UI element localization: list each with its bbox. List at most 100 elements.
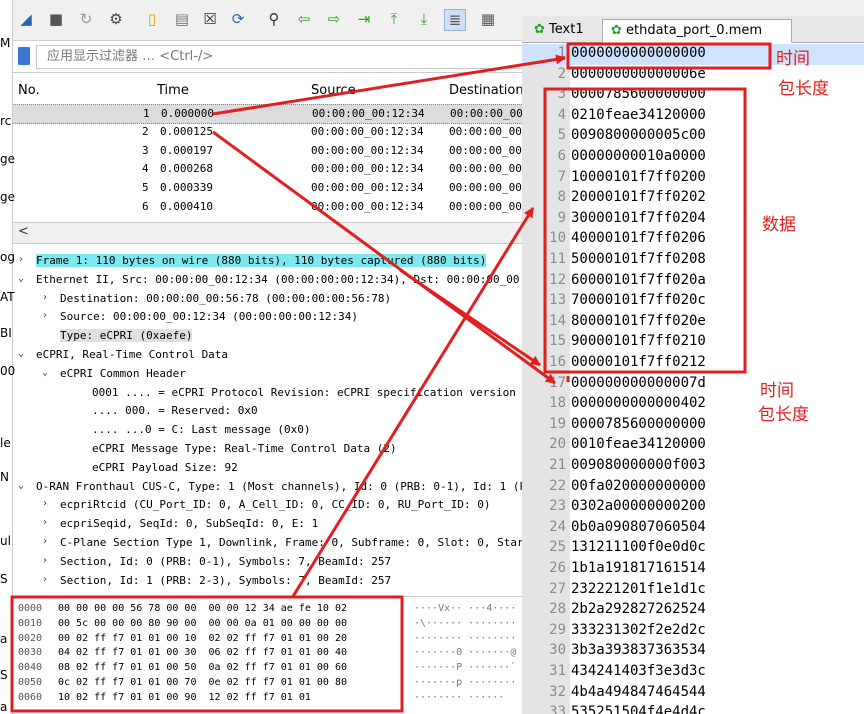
reload-file-icon[interactable]: ⟳ (228, 9, 248, 29)
detail-tree-item[interactable]: ⌄ eCPRI, Real-Time Control Data (12, 346, 522, 364)
edge-text-fragment: AT (0, 290, 15, 304)
detail-tree-item[interactable]: ⌄ O-RAN Fronthaul CUS-C, Type: 1 (Most ch… (12, 478, 522, 496)
editor-line[interactable]: 6 00000000010a0000 (522, 147, 864, 168)
editor-line[interactable]: 7 10000101f7ff0200 (522, 168, 864, 189)
editor-line[interactable]: 26 1b1a191817161514 (522, 559, 864, 580)
expand-down-icon[interactable]: ⌄ (18, 273, 24, 284)
detail-tree-item[interactable]: Type: eCPRI (0xaefe) (12, 327, 522, 345)
editor-line[interactable]: 23 0302a00000000200 (522, 497, 864, 518)
editor-line[interactable]: 4 0210feae34120000 (522, 106, 864, 127)
packet-list-hscrollbar[interactable]: < (12, 222, 522, 244)
byte-ascii: ········ ········ (414, 632, 517, 644)
stop-capture-icon[interactable]: ■ (46, 9, 66, 29)
editor-line[interactable]: 29 333231302f2e2d2c (522, 621, 864, 642)
packet-row[interactable]: 4 0.000268 00:00:00_00:12:34 00:00:00_00 (12, 160, 522, 178)
open-file-icon[interactable]: ▯ (142, 9, 162, 29)
editor-line[interactable]: 32 4b4a494847464544 (522, 683, 864, 704)
expand-right-icon[interactable]: › (42, 292, 48, 303)
editor-line[interactable]: 24 0b0a090807060504 (522, 518, 864, 539)
detail-tree-item[interactable]: .... 000. = Reserved: 0x0 (12, 402, 522, 420)
packet-row[interactable]: 5 0.000339 00:00:00_00:12:34 00:00:00_00 (12, 179, 522, 197)
bookmark-icon[interactable] (18, 47, 30, 65)
editor-line[interactable]: 30 3b3a393837363534 (522, 641, 864, 662)
packet-row[interactable]: 3 0.000197 00:00:00_00:12:34 00:00:00_00 (12, 142, 522, 160)
packet-row[interactable]: 6 0.000410 00:00:00_00:12:34 00:00:00_00 (12, 198, 522, 216)
detail-tree-item[interactable]: eCPRI Message Type: Real-Time Control Da… (12, 440, 522, 458)
column-header-source[interactable]: Source (311, 83, 356, 98)
detail-tree-item[interactable]: eCPRI Payload Size: 92 (12, 459, 522, 477)
editor-line[interactable]: 22 00fa020000000000 (522, 477, 864, 498)
expand-right-icon[interactable]: › (18, 254, 24, 265)
editor-line[interactable]: 5 0090800000005c00 (522, 126, 864, 147)
shark-fin-start-icon[interactable]: ◢ (16, 9, 36, 29)
editor-line[interactable]: 33 535251504f4e4d4c (522, 703, 864, 714)
expand-right-icon[interactable]: › (42, 498, 48, 509)
detail-tree-item[interactable]: › ecpriRtcid (CU_Port_ID: 0, A_Cell_ID: 0… (12, 496, 522, 514)
editor-line[interactable]: 11 50000101f7ff0208 (522, 250, 864, 271)
colorize-icon[interactable]: ▦ (478, 9, 498, 29)
editor-line[interactable]: 8 20000101f7ff0202 (522, 188, 864, 209)
packet-row[interactable]: 1 0.000000 00:00:00_00:12:34 00:00:00_00 (12, 104, 522, 124)
editor-line[interactable]: 31 434241403f3e3d3c (522, 662, 864, 683)
tab-ethdata-port-0[interactable]: ✿ ethdata_port_0.mem (602, 19, 792, 43)
hex-text-area[interactable]: 1 0000000000000000 2 000000000000006e 3 00007… (522, 44, 864, 714)
detail-tree-item[interactable]: › Frame 1: 110 bytes on wire (880 bits), … (12, 252, 522, 270)
packet-row[interactable]: 2 0.000125 00:00:00_00:12:34 00:00:00_00 (12, 123, 522, 141)
column-header-no[interactable]: No. (18, 83, 40, 98)
expand-right-icon[interactable]: › (42, 536, 48, 547)
autoscroll-icon[interactable]: ≣ (444, 9, 466, 31)
detail-tree-item[interactable]: 0001 .... = eCPRI Protocol Revision: eCP… (12, 384, 522, 402)
editor-line[interactable]: 10 40000101f7ff0206 (522, 229, 864, 250)
byte-offset: 0050 (18, 677, 43, 688)
detail-tree-item[interactable]: .... ...0 = C: Last message (0x0) (12, 421, 522, 439)
save-file-icon[interactable]: ▤ (172, 9, 192, 29)
editor-line[interactable]: 13 70000101f7ff020c (522, 291, 864, 312)
display-filter-input[interactable]: 应用显示过滤器 … <Ctrl-/> (36, 45, 522, 69)
line-number: 14 (549, 312, 566, 329)
column-header-destination[interactable]: Destination (449, 83, 522, 98)
restart-capture-icon[interactable]: ↻ (76, 9, 96, 29)
editor-line[interactable]: 17 000000000000007d (522, 374, 864, 395)
detail-tree-item[interactable]: › Destination: 00:00:00_00:56:78 (00:00:0… (12, 290, 522, 308)
editor-line[interactable]: 18 0000000000000402 (522, 394, 864, 415)
editor-line[interactable]: 12 60000101f7ff020a (522, 271, 864, 292)
go-last-packet-icon[interactable]: ⤓ (414, 9, 434, 29)
scroll-left-icon[interactable]: < (18, 224, 29, 239)
editor-line[interactable]: 19 0000785600000000 (522, 415, 864, 436)
detail-tree-item[interactable]: ⌄ eCPRI Common Header (12, 365, 522, 383)
editor-line[interactable]: 27 232221201f1e1d1c (522, 580, 864, 601)
detail-tree-item[interactable]: › C-Plane Section Type 1, Downlink, Frame… (12, 534, 522, 552)
detail-tree-item[interactable]: › Section, Id: 0 (PRB: 0-1), Symbols: 7, … (12, 553, 522, 571)
go-back-icon[interactable]: ⇦ (294, 9, 314, 29)
editor-line[interactable]: 16 00000101f7ff0212 (522, 353, 864, 374)
detail-tree-item[interactable]: › ecpriSeqid, SeqId: 0, SubSeqId: 0, E: 1 (12, 515, 522, 533)
editor-line[interactable]: 28 2b2a292827262524 (522, 600, 864, 621)
find-packet-icon[interactable]: ⚲ (264, 9, 284, 29)
editor-line[interactable]: 1 0000000000000000 (522, 44, 864, 65)
expand-down-icon[interactable]: ⌄ (18, 348, 24, 359)
go-to-packet-icon[interactable]: ⇥ (354, 9, 374, 29)
detail-tree-item[interactable]: ⌄ Ethernet II, Src: 00:00:00_00:12:34 (00… (12, 271, 522, 289)
column-header-time[interactable]: Time (157, 83, 189, 98)
close-file-icon[interactable]: ☒ (200, 9, 220, 29)
capture-options-icon[interactable]: ⚙ (106, 9, 126, 29)
editor-line[interactable]: 14 80000101f7ff020e (522, 312, 864, 333)
go-first-packet-icon[interactable]: ⤒ (384, 9, 404, 29)
expand-right-icon[interactable]: › (42, 574, 48, 585)
expand-right-icon[interactable]: › (42, 310, 48, 321)
editor-line[interactable]: 20 0010feae34120000 (522, 435, 864, 456)
editor-line[interactable]: 15 90000101f7ff0210 (522, 332, 864, 353)
detail-tree-text: ecpriSeqid, SeqId: 0, SubSeqId: 0, E: 1 (60, 517, 319, 531)
expand-down-icon[interactable]: ⌄ (42, 367, 48, 378)
expand-right-icon[interactable]: › (42, 555, 48, 566)
expand-right-icon[interactable]: › (42, 517, 48, 528)
editor-line[interactable]: 9 30000101f7ff0204 (522, 209, 864, 230)
go-forward-icon[interactable]: ⇨ (324, 9, 344, 29)
editor-line[interactable]: 21 009080000000f003 (522, 456, 864, 477)
expand-down-icon[interactable]: ⌄ (18, 480, 24, 491)
tab-text1[interactable]: ✿ Text1 (526, 19, 604, 41)
detail-tree-item[interactable]: › Source: 00:00:00_00:12:34 (00:00:00:00:… (12, 308, 522, 326)
detail-tree-item[interactable]: › Section, Id: 1 (PRB: 2-3), Symbols: 7, … (12, 572, 522, 590)
packet-source: 00:00:00_00:12:34 (311, 200, 424, 213)
editor-line[interactable]: 25 131211100f0e0d0c (522, 538, 864, 559)
